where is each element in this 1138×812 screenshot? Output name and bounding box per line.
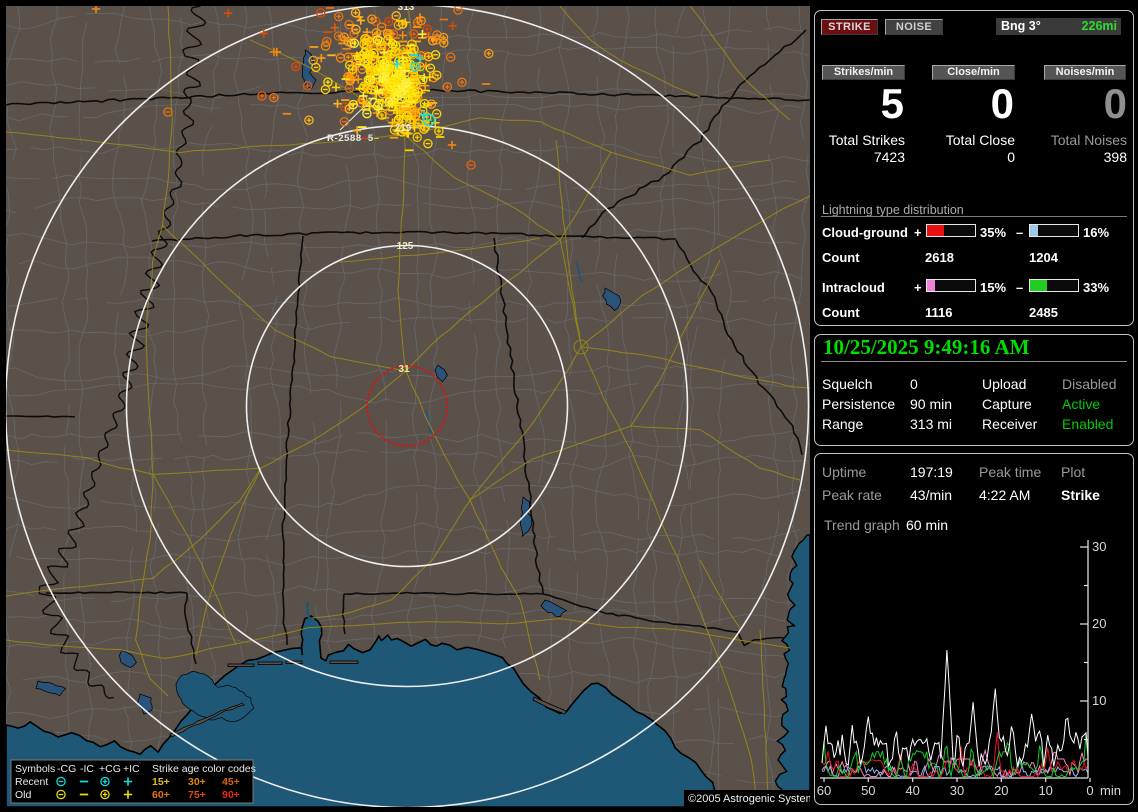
svg-text:30+: 30+ <box>188 776 206 788</box>
svg-text:40: 40 <box>905 783 919 798</box>
svg-text:30: 30 <box>950 783 964 798</box>
svg-text:90+: 90+ <box>222 789 240 801</box>
svg-text:+CG: +CG <box>99 763 121 775</box>
svg-text:©2005 Astrogenic Systems: ©2005 Astrogenic Systems <box>688 793 810 805</box>
svg-text:Recent: Recent <box>15 776 48 788</box>
svg-text:219: 219 <box>395 123 412 134</box>
svg-text:60+: 60+ <box>152 789 170 801</box>
svg-text:Symbols: Symbols <box>15 763 55 775</box>
svg-text:60: 60 <box>817 783 831 798</box>
svg-text:min: min <box>1100 783 1121 798</box>
svg-text:31: 31 <box>398 364 410 375</box>
svg-text:313: 313 <box>398 6 415 13</box>
svg-text:Strike age color codes: Strike age color codes <box>152 763 256 775</box>
svg-text:-IC: -IC <box>80 763 94 775</box>
svg-text:R-2588+5–: R-2588+5– <box>327 133 380 144</box>
svg-text:15+: 15+ <box>152 776 170 788</box>
svg-text:125: 125 <box>397 241 414 252</box>
svg-text:-CG: -CG <box>57 763 76 775</box>
svg-text:0: 0 <box>1086 783 1093 798</box>
svg-text:+IC: +IC <box>123 763 140 775</box>
svg-text:Old: Old <box>15 789 32 801</box>
svg-text:10: 10 <box>1092 693 1106 708</box>
svg-text:50: 50 <box>861 783 875 798</box>
svg-text:20: 20 <box>994 783 1008 798</box>
svg-text:30: 30 <box>1092 539 1106 554</box>
svg-text:45+: 45+ <box>222 776 240 788</box>
svg-text:75+: 75+ <box>188 789 206 801</box>
svg-text:20: 20 <box>1092 616 1106 631</box>
svg-text:10: 10 <box>1038 783 1052 798</box>
